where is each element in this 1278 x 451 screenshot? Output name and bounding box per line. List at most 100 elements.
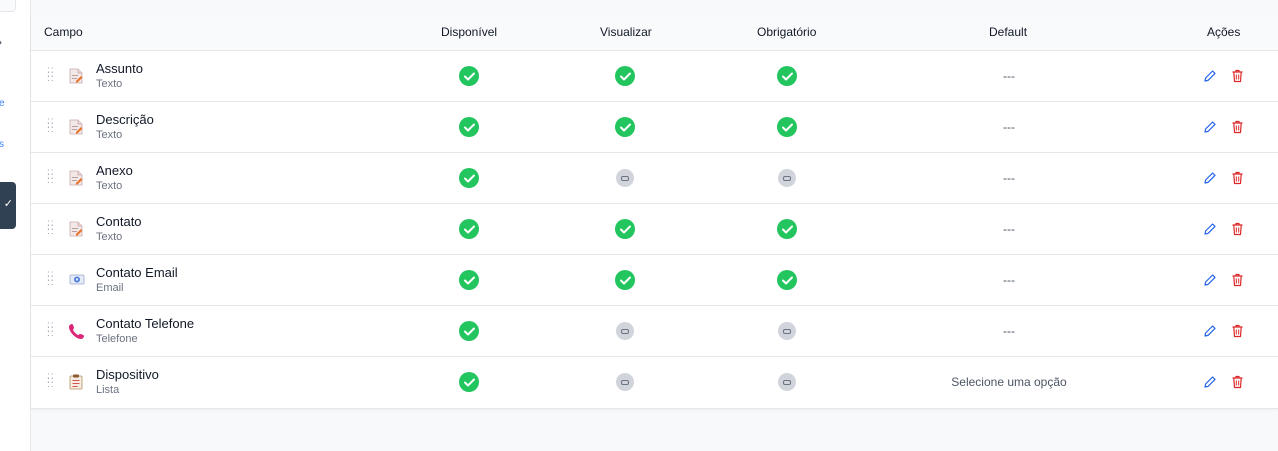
table-header: Campo Disponível Visualizar Obrigatório … (31, 15, 1278, 51)
table-row: :::::: DispositivoLista Selecione uma opçã… (31, 357, 1278, 407)
edit-pencil-icon[interactable] (1203, 120, 1217, 134)
edit-pencil-icon[interactable] (1203, 69, 1217, 83)
enabled-check-icon (615, 117, 635, 137)
obrigatorio-status[interactable] (777, 117, 797, 137)
enabled-check-icon (615, 66, 635, 86)
field-type: Texto (96, 231, 123, 243)
field-type: Telefone (96, 333, 138, 345)
field-name: Descrição (96, 112, 154, 127)
delete-trash-icon[interactable] (1231, 120, 1245, 134)
enabled-check-icon (459, 270, 479, 290)
visualizar-status[interactable] (615, 219, 635, 239)
default-value: --- (1003, 171, 1015, 185)
visualizar-status[interactable] (615, 168, 635, 188)
obrigatorio-status[interactable] (777, 219, 797, 239)
text-document-icon (69, 119, 83, 135)
visualizar-status[interactable] (615, 117, 635, 137)
table-row: :::::: DescriçãoTexto --- (31, 102, 1278, 153)
table-body: :::::: Assunto Texto ---:::::: Descrição Text… (31, 51, 1278, 407)
sidebar-item-e[interactable]: e (0, 98, 5, 109)
disabled-toggle-icon (778, 373, 796, 391)
default-value: Selecione uma opção (951, 375, 1067, 389)
edit-pencil-icon[interactable] (1203, 171, 1217, 185)
email-icon (69, 272, 85, 288)
edit-pencil-icon[interactable] (1203, 375, 1217, 389)
delete-trash-icon[interactable] (1231, 324, 1245, 338)
header-disponivel: Disponível (441, 25, 498, 39)
disponivel-status[interactable] (459, 168, 479, 188)
visualizar-status[interactable] (615, 321, 635, 341)
header-acoes: Ações (1207, 25, 1241, 39)
disabled-toggle-icon (616, 373, 634, 391)
enabled-check-icon (615, 219, 635, 239)
drag-handle-icon[interactable]: :::::: (47, 168, 54, 186)
enabled-check-icon (459, 321, 479, 341)
enabled-check-icon (459, 117, 479, 137)
check-icon: ✓ (3, 198, 13, 210)
obrigatorio-status[interactable] (777, 372, 797, 392)
disponivel-status[interactable] (459, 270, 479, 290)
drag-handle-icon[interactable]: :::::: (47, 321, 54, 339)
disabled-toggle-icon (778, 322, 796, 340)
enabled-check-icon (459, 372, 479, 392)
drag-handle-icon[interactable]: :::::: (47, 117, 54, 135)
header-default: Default (989, 25, 1028, 39)
field-name: Contato Email (96, 265, 178, 280)
sidebar: › e s ✓ (0, 0, 31, 451)
sidebar-top-box (0, 0, 16, 12)
visualizar-status[interactable] (615, 270, 635, 290)
drag-handle-icon[interactable]: :::::: (47, 66, 54, 84)
enabled-check-icon (459, 66, 479, 86)
default-value: --- (1003, 69, 1015, 83)
fields-table: Campo Disponível Visualizar Obrigatório … (31, 15, 1278, 409)
visualizar-status[interactable] (615, 66, 635, 86)
drag-handle-icon[interactable]: :::::: (47, 270, 54, 288)
table-row: :::::: Anexo Texto --- (31, 153, 1278, 204)
delete-trash-icon[interactable] (1231, 222, 1245, 236)
enabled-check-icon (615, 270, 635, 290)
table-row: :::::: Contato Email Email --- (31, 255, 1278, 306)
drag-handle-icon[interactable]: :::::: (47, 372, 54, 390)
obrigatorio-status[interactable] (777, 66, 797, 86)
disponivel-status[interactable] (459, 372, 479, 392)
table-row: :::::: Contato Texto --- (31, 204, 1278, 255)
disabled-toggle-icon (616, 322, 634, 340)
enabled-check-icon (777, 219, 797, 239)
delete-trash-icon[interactable] (1231, 69, 1245, 83)
field-name: Assunto (96, 61, 143, 76)
disabled-toggle-icon (616, 169, 634, 187)
delete-trash-icon[interactable] (1231, 171, 1245, 185)
default-value: --- (1003, 324, 1015, 338)
table-row: :::::: Assunto Texto --- (31, 51, 1278, 102)
default-value: --- (1003, 120, 1015, 134)
edit-pencil-icon[interactable] (1203, 324, 1217, 338)
disponivel-status[interactable] (459, 117, 479, 137)
field-name: Contato Telefone (96, 316, 195, 331)
phone-icon (69, 323, 84, 339)
delete-trash-icon[interactable] (1231, 273, 1245, 287)
delete-trash-icon[interactable] (1231, 375, 1245, 389)
disponivel-status[interactable] (459, 219, 479, 239)
sidebar-active-item[interactable]: ✓ (0, 182, 16, 229)
obrigatorio-status[interactable] (777, 168, 797, 188)
sidebar-item-s[interactable]: s (0, 139, 4, 150)
visualizar-status[interactable] (615, 372, 635, 392)
field-type: Email (96, 282, 124, 294)
disabled-toggle-icon (778, 169, 796, 187)
obrigatorio-status[interactable] (777, 270, 797, 290)
header-visualizar: Visualizar (600, 25, 652, 39)
edit-pencil-icon[interactable] (1203, 222, 1217, 236)
disponivel-status[interactable] (459, 321, 479, 341)
enabled-check-icon (459, 219, 479, 239)
edit-pencil-icon[interactable] (1203, 273, 1217, 287)
sidebar-expand-arrow-icon[interactable]: › (0, 35, 2, 49)
obrigatorio-status[interactable] (777, 321, 797, 341)
disponivel-status[interactable] (459, 66, 479, 86)
field-type: Lista (96, 384, 120, 396)
enabled-check-icon (777, 66, 797, 86)
field-type: Texto (96, 180, 123, 192)
drag-handle-icon[interactable]: :::::: (47, 219, 54, 237)
field-type: Texto (96, 129, 123, 141)
header-obrigatorio: Obrigatório (757, 25, 817, 39)
field-name: Dispositivo (96, 367, 159, 382)
